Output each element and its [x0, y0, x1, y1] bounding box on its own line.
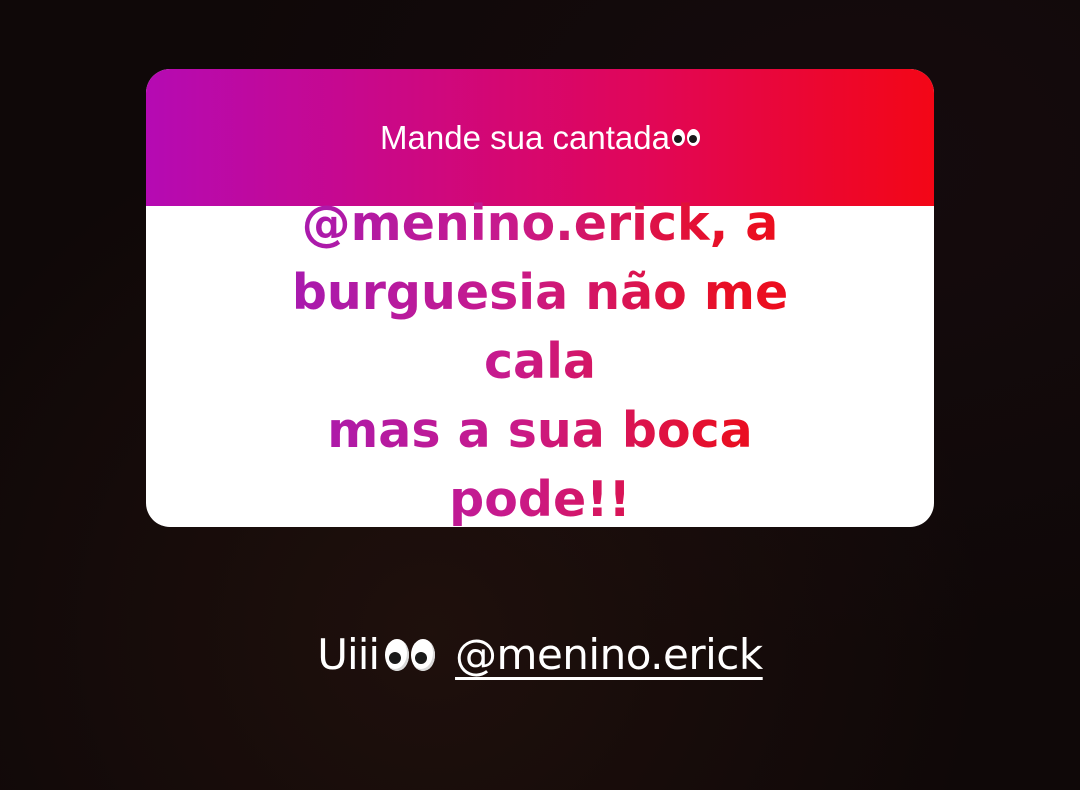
- eyes-icon: [385, 638, 436, 671]
- answer-line: mas a sua boca pode!!: [327, 402, 753, 527]
- answer-line: @menino.erick, a: [301, 195, 779, 252]
- question-sticker-header: Mande sua cantada: [146, 69, 934, 206]
- caption-text: Uiii: [317, 630, 380, 679]
- answer-line: burguesia não me cala: [291, 264, 789, 390]
- question-sticker[interactable]: Mande sua cantada @menino.erick, a burgu…: [146, 69, 934, 527]
- answer-text: @menino.erick, a burguesia não me cala m…: [230, 189, 850, 527]
- question-title: Mande sua cantada: [380, 119, 700, 157]
- eyes-icon: [671, 129, 700, 146]
- story-caption: Uiii @menino.erick: [0, 630, 1080, 679]
- question-title-text: Mande sua cantada: [380, 118, 670, 156]
- mention-link[interactable]: @menino.erick: [455, 630, 763, 679]
- question-sticker-body: @menino.erick, a burguesia não me cala m…: [146, 206, 934, 527]
